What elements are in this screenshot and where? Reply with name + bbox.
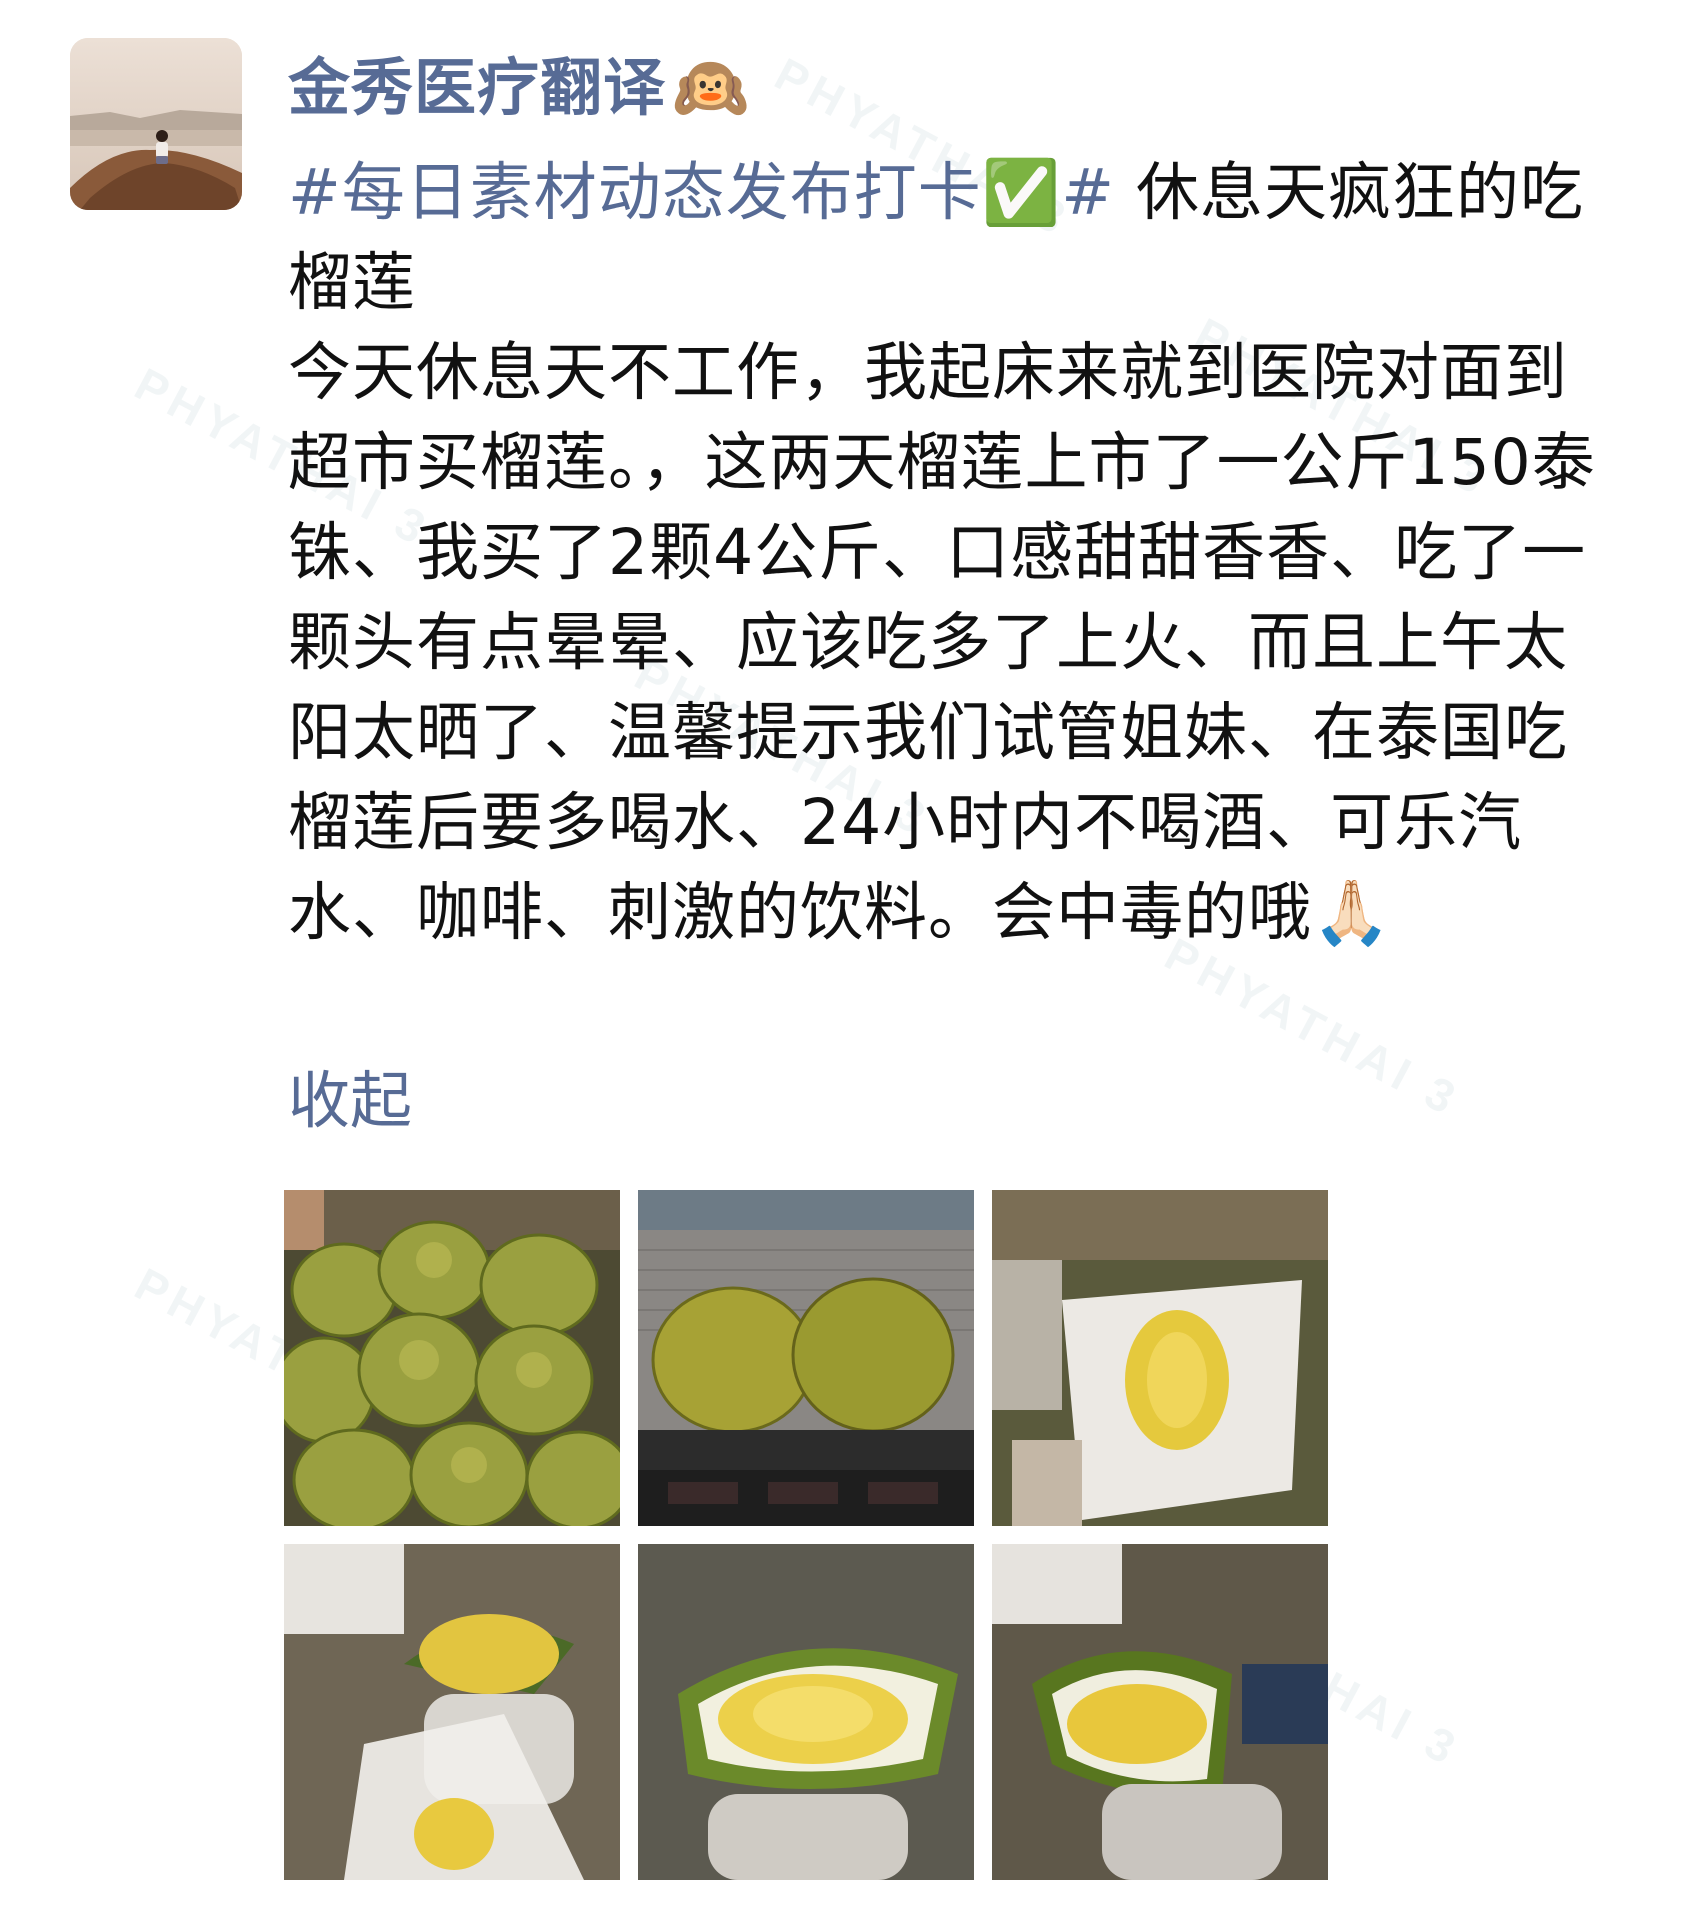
avatar[interactable] <box>70 38 242 210</box>
photo-durians-on-scale[interactable] <box>638 1190 974 1526</box>
durian-in-bag-image <box>992 1190 1328 1526</box>
author-name-text: 金秀医疗翻译 <box>288 51 667 124</box>
author-name[interactable]: 金秀医疗翻译🙉 <box>288 48 750 128</box>
monkey-emoji-icon: 🙉 <box>672 51 751 124</box>
moments-post: 金秀医疗翻译🙉 #每日素材动态发布打卡✅# 休息天疯狂的吃榴莲 今天休息天不工作… <box>0 0 1681 1920</box>
avatar-photo <box>70 38 242 210</box>
durian-pile-image <box>284 1190 620 1526</box>
post-content: #每日素材动态发布打卡✅# 休息天疯狂的吃榴莲 今天休息天不工作，我起床来就到医… <box>288 148 1608 958</box>
post-body: 今天休息天不工作，我起床来就到医院对面到超市买榴莲。，这两天榴莲上市了一公斤15… <box>288 336 1596 949</box>
collapse-link[interactable]: 收起 <box>288 1056 412 1146</box>
durian-opened-image <box>638 1544 974 1880</box>
photo-durian-segment[interactable] <box>992 1544 1328 1880</box>
durian-gloved-hand-image <box>284 1544 620 1880</box>
durian-segment-image <box>992 1544 1328 1880</box>
photo-grid <box>284 1190 1328 1880</box>
photo-durian-opened[interactable] <box>638 1544 974 1880</box>
photo-durian-in-bag[interactable] <box>992 1190 1328 1526</box>
photo-durian-gloved-hand[interactable] <box>284 1544 620 1880</box>
photo-durian-pile[interactable] <box>284 1190 620 1526</box>
topic-tag-link[interactable]: #每日素材动态发布打卡✅# <box>288 156 1115 229</box>
durians-on-scale-image <box>638 1190 974 1526</box>
